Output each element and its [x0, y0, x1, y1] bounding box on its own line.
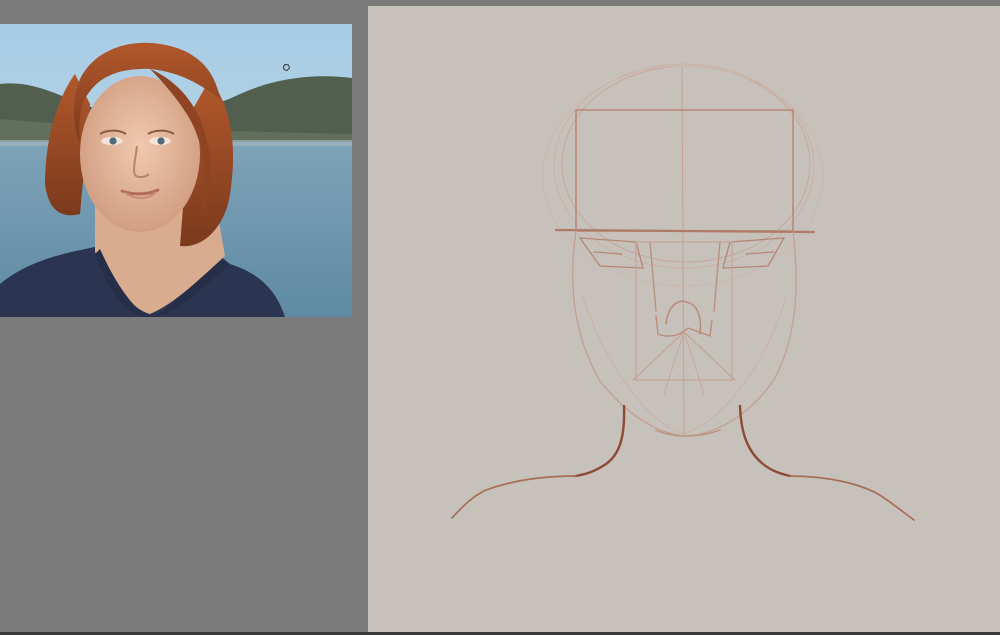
reference-photo [0, 24, 352, 317]
workspace [0, 0, 1000, 635]
face-construction-sketch [451, 63, 915, 521]
reference-photo-panel[interactable] [0, 24, 352, 317]
drawing-canvas[interactable] [368, 6, 1000, 632]
brush-cursor-icon [283, 64, 290, 71]
